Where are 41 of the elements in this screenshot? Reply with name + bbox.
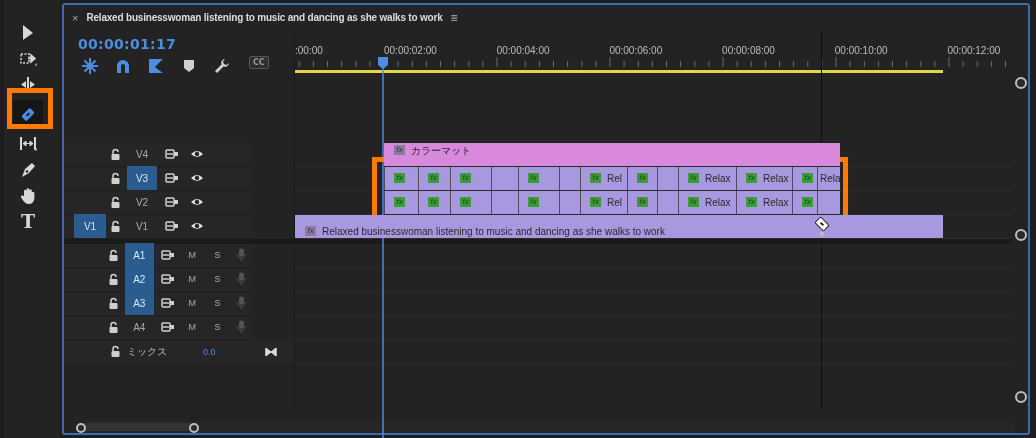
track-target[interactable]: V2: [127, 190, 157, 215]
clip-label: Relax: [705, 196, 731, 208]
track-target[interactable]: A3: [124, 291, 154, 316]
clip-label: Rel: [607, 172, 622, 184]
clip-label: Relax: [763, 196, 789, 208]
clip-label: Rela: [820, 172, 841, 184]
solo-button[interactable]: S: [204, 250, 230, 261]
track-target[interactable]: A1: [124, 243, 154, 268]
mix-label: ミックス: [127, 344, 168, 359]
time-label: 00:00:10:00: [834, 44, 888, 56]
clip-label: Relax: [705, 172, 731, 184]
track-target[interactable]: V4: [127, 142, 157, 167]
track-target[interactable]: A2: [124, 267, 154, 292]
mute-button[interactable]: M: [179, 322, 205, 333]
track-target[interactable]: V3: [127, 166, 157, 191]
time-label: :00:00: [295, 44, 323, 56]
time-label: 00:00:04:00: [496, 44, 550, 56]
source-patch[interactable]: V1: [74, 214, 106, 239]
close-button[interactable]: ×: [72, 11, 79, 24]
solo-button[interactable]: S: [204, 322, 230, 333]
clip-label: Relaxed businesswoman listening to music and dancing as she walks to work: [322, 225, 665, 237]
track-target[interactable]: A4: [124, 315, 154, 340]
time-label: 00:00:08:00: [722, 44, 775, 56]
track-target[interactable]: V1: [127, 214, 157, 239]
type-tool-icon[interactable]: T: [20, 212, 36, 231]
mute-button[interactable]: M: [179, 250, 205, 261]
mute-button[interactable]: M: [179, 298, 205, 309]
time-label: 00:00:12:00: [947, 44, 1001, 56]
clip-label: Relax: [763, 172, 789, 184]
mix-value[interactable]: 0.0: [203, 346, 265, 357]
menu-button[interactable]: ≡: [450, 10, 458, 25]
clip-label: Rel: [607, 196, 622, 208]
clip-segment[interactable]: Rela: [817, 166, 840, 190]
timecode[interactable]: 00:00:01:17: [78, 35, 294, 52]
mute-button[interactable]: M: [179, 274, 205, 285]
time-label: 00:00:02:00: [384, 44, 437, 56]
solo-button[interactable]: S: [204, 274, 230, 285]
sequence-title: Relaxed businesswoman listening to music and dancing as she walks to work: [86, 12, 443, 24]
solo-button[interactable]: S: [204, 298, 230, 309]
clip-label: カラーマット: [411, 144, 471, 156]
time-label: 00:00:06:00: [609, 44, 663, 56]
